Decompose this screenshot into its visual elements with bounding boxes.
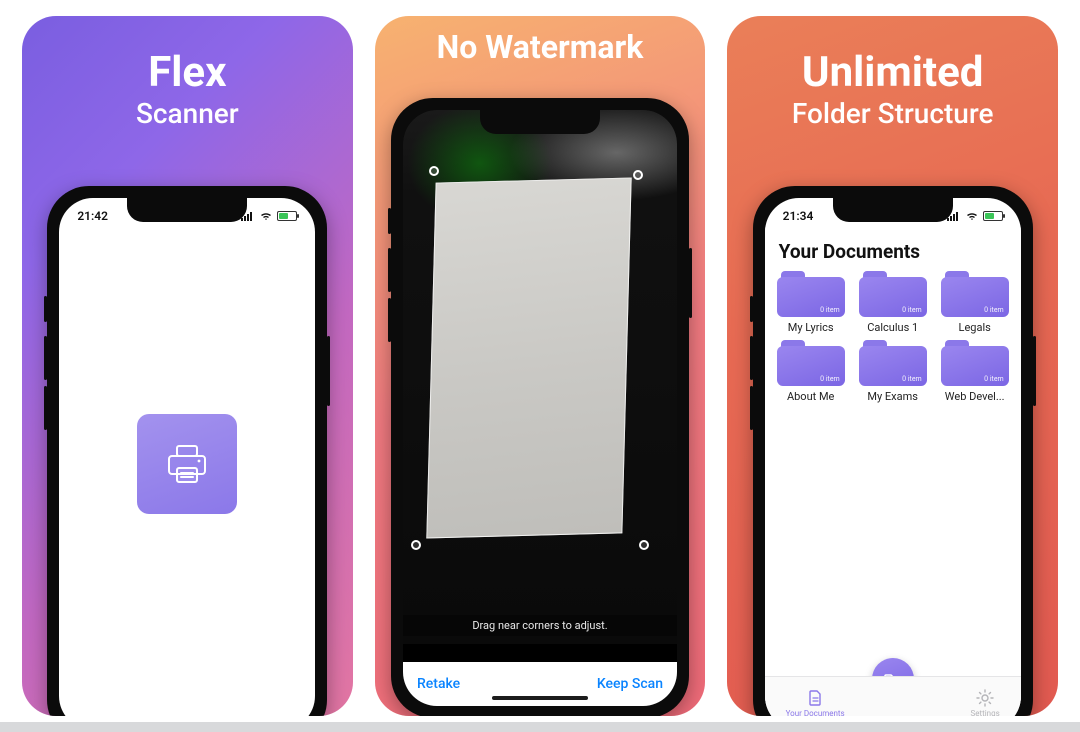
folder-icon: 0 item bbox=[859, 271, 927, 317]
folder-count: 0 item bbox=[820, 306, 840, 314]
battery-icon bbox=[277, 211, 297, 221]
phone-mockup-2: Drag near corners to adjust. Retake Keep… bbox=[391, 98, 689, 716]
documents-screen: Your Documents 0 item My Lyrics 0 item Calc… bbox=[765, 226, 1021, 716]
folder-label: Legals bbox=[937, 321, 1013, 334]
tab-documents[interactable]: Your Documents bbox=[786, 689, 845, 716]
tab-settings-label: Settings bbox=[971, 709, 1000, 716]
tab-settings[interactable]: Settings bbox=[971, 689, 1000, 716]
battery-icon bbox=[983, 211, 1003, 221]
card3-title: Unlimited bbox=[792, 50, 994, 95]
card1-title: Flex bbox=[136, 50, 239, 95]
folder-count: 0 item bbox=[820, 375, 840, 383]
folder-count: 0 item bbox=[984, 375, 1004, 383]
splash-screen bbox=[59, 198, 315, 716]
crop-handle-tr[interactable] bbox=[633, 170, 643, 180]
document-icon bbox=[806, 689, 824, 707]
card2-title: No Watermark bbox=[437, 30, 644, 65]
folder-count: 0 item bbox=[902, 306, 922, 314]
printer-icon bbox=[159, 436, 215, 492]
crop-handle-tl[interactable] bbox=[429, 166, 439, 176]
crop-handle-bl[interactable] bbox=[411, 540, 421, 550]
folder-item[interactable]: 0 item Web Devel... bbox=[937, 340, 1013, 403]
crop-handle-br[interactable] bbox=[639, 540, 649, 550]
tab-documents-label: Your Documents bbox=[786, 709, 845, 716]
folder-item[interactable]: 0 item My Lyrics bbox=[773, 271, 849, 334]
scanned-paper bbox=[426, 177, 631, 538]
gear-icon bbox=[976, 689, 994, 707]
home-indicator[interactable] bbox=[492, 696, 588, 700]
tab-bar: Your Documents Settings bbox=[765, 676, 1021, 716]
folder-icon: 0 item bbox=[941, 271, 1009, 317]
notch bbox=[127, 198, 247, 222]
screenshot-row: Flex Scanner 21:42 bbox=[0, 0, 1080, 716]
app-icon bbox=[137, 414, 237, 514]
folder-label: Calculus 1 bbox=[855, 321, 931, 334]
folders-grid: 0 item My Lyrics 0 item Calculus 1 0 item Leg… bbox=[765, 271, 1021, 403]
phone-mockup-1: 21:42 bbox=[47, 186, 327, 716]
card1-title-block: Flex Scanner bbox=[136, 50, 239, 130]
notch bbox=[480, 110, 600, 134]
status-time: 21:42 bbox=[77, 209, 108, 223]
promo-card-3: Unlimited Folder Structure 21:34 Your Do… bbox=[727, 16, 1058, 716]
folder-item[interactable]: 0 item My Exams bbox=[855, 340, 931, 403]
folder-count: 0 item bbox=[902, 375, 922, 383]
keep-scan-button[interactable]: Keep Scan bbox=[597, 676, 663, 692]
scan-hint: Drag near corners to adjust. bbox=[403, 615, 677, 636]
folder-item[interactable]: 0 item Legals bbox=[937, 271, 1013, 334]
folder-label: Web Devel... bbox=[937, 390, 1013, 403]
folder-icon: 0 item bbox=[859, 340, 927, 386]
folder-label: My Lyrics bbox=[773, 321, 849, 334]
folder-item[interactable]: 0 item About Me bbox=[773, 340, 849, 403]
card3-title-block: Unlimited Folder Structure bbox=[792, 50, 994, 130]
wifi-icon bbox=[259, 211, 273, 221]
notch bbox=[833, 198, 953, 222]
page-footer-shadow bbox=[0, 722, 1080, 732]
card3-subtitle: Folder Structure bbox=[792, 97, 994, 130]
folder-icon: 0 item bbox=[941, 340, 1009, 386]
folder-icon: 0 item bbox=[777, 271, 845, 317]
folder-label: About Me bbox=[773, 390, 849, 403]
promo-card-2: No Watermark Drag near corners to adjust… bbox=[375, 16, 706, 716]
promo-card-1: Flex Scanner 21:42 bbox=[22, 16, 353, 716]
folder-label: My Exams bbox=[855, 390, 931, 403]
documents-header: Your Documents bbox=[765, 226, 1021, 271]
folder-count: 0 item bbox=[984, 306, 1004, 314]
phone-mockup-3: 21:34 Your Documents 0 itemMy Lyrics0 it… bbox=[753, 186, 1033, 716]
wifi-icon bbox=[965, 211, 979, 221]
scan-viewport[interactable]: Drag near corners to adjust. bbox=[403, 110, 677, 644]
card2-title-block: No Watermark bbox=[437, 30, 644, 65]
folder-icon: 0 item bbox=[777, 340, 845, 386]
folder-item[interactable]: 0 item Calculus 1 bbox=[855, 271, 931, 334]
retake-button[interactable]: Retake bbox=[417, 676, 460, 692]
card1-subtitle: Scanner bbox=[136, 97, 239, 130]
status-time: 21:34 bbox=[783, 209, 814, 223]
